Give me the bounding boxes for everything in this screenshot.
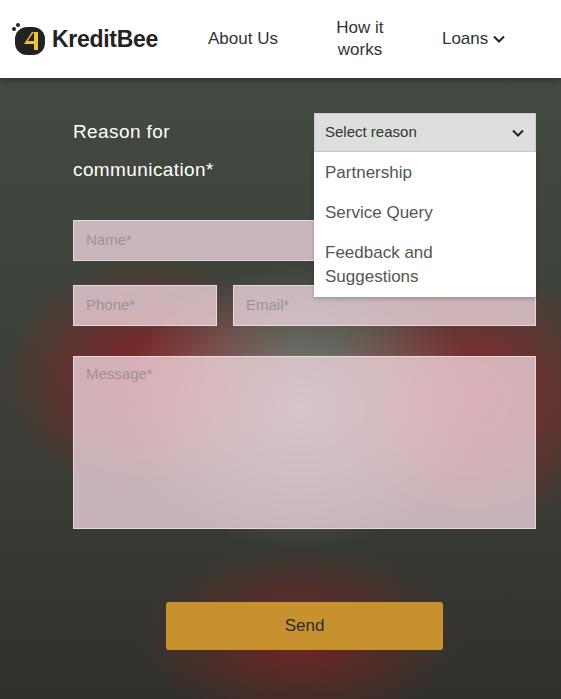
send-button[interactable]: Send — [166, 602, 443, 650]
option-label: Feedback and Suggestions — [325, 241, 475, 289]
reason-option[interactable]: Partnership — [314, 158, 536, 198]
reason-option[interactable]: Feedback and Suggestions — [314, 238, 536, 289]
site-header: KreditBee About Us How it works Loans — [0, 0, 561, 78]
reason-dropdown: Select reasonPartnershipService QueryFee… — [314, 113, 536, 152]
contact-section: Reason for communication*Select reasonPa… — [0, 78, 561, 699]
chevron-down-icon — [511, 126, 525, 140]
chevron-down-icon — [492, 32, 506, 46]
nav-item[interactable]: Loans — [442, 28, 506, 50]
logo-text: KreditBee — [52, 22, 158, 57]
main-nav: About Us How it works Loans — [208, 17, 506, 61]
phone-input[interactable] — [73, 285, 217, 326]
select-placeholder: Select reason — [325, 121, 417, 144]
reason-row: Reason for communication*Select reasonPa… — [73, 113, 536, 189]
nav-item[interactable]: How it works — [324, 17, 396, 61]
reason-menu: Partnership Service Query Feedback and Sug… — [314, 152, 536, 297]
nav-item[interactable]: About Us — [208, 28, 278, 50]
nav-label: About Us — [208, 28, 278, 50]
reason-option[interactable]: Service Query — [314, 198, 536, 238]
nav-label: Loans — [442, 28, 488, 50]
bee-logo-icon — [10, 20, 48, 58]
message-input[interactable] — [73, 356, 536, 529]
reason-select[interactable]: Select reason — [314, 113, 536, 152]
reason-label: Reason for communication* — [73, 113, 248, 189]
contact-form: Reason for communication*Select reasonPa… — [73, 78, 536, 650]
logo[interactable]: KreditBee — [10, 20, 158, 58]
option-label: Partnership — [325, 161, 412, 185]
nav-label: How it works — [324, 17, 396, 61]
option-label: Service Query — [325, 201, 433, 225]
